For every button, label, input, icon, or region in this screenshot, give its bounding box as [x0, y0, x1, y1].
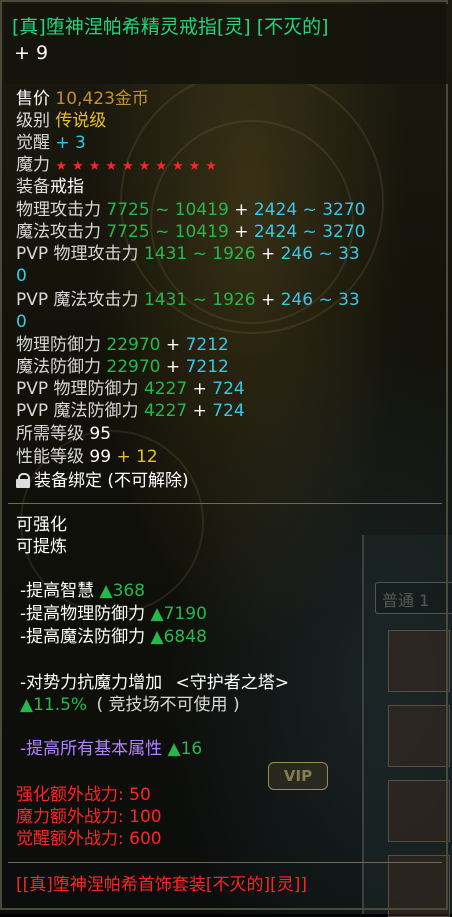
bonus-intel-row: -提高智慧 ▲368	[20, 581, 146, 601]
pvp-phys-atk-wrap: 0	[16, 266, 27, 286]
item-title: [真]堕神涅帕希精灵戒指[灵] [不灭的]	[12, 16, 329, 38]
power-awaken-row: 觉醒额外战力: 600	[16, 829, 162, 849]
divider	[8, 862, 442, 863]
price-row: 售价 10,423金币	[16, 89, 149, 109]
power-magic-row: 魔力额外战力: 100	[16, 807, 162, 827]
set-name: [[真]堕神涅帕希首饰套装[不灭的][灵]]	[16, 875, 308, 895]
phys-atk-row: 物理攻击力 7725 ~ 10419 + 2424 ~ 3270	[16, 200, 366, 220]
pvp-mag-atk-wrap: 0	[16, 312, 27, 332]
bonus-all-attr-row: -提高所有基本属性 ▲16	[20, 739, 203, 759]
req-level-row: 所需等级 95	[16, 424, 112, 444]
divider	[8, 503, 442, 504]
bonus-phys-def-row: -提高物理防御力 ▲7190	[20, 604, 207, 624]
magic-row: 魔力 ★★★★★★★★★★	[16, 155, 222, 175]
awaken-row: 觉醒 + 3	[16, 133, 86, 153]
grade-row: 级别 传说级	[16, 111, 107, 131]
enhance-level: + 9	[14, 42, 49, 64]
lock-icon	[16, 473, 30, 488]
price-value: 10,423金币	[55, 89, 149, 109]
bonus-resist-row: -对势力抗魔力增加 <守护者之塔>	[20, 673, 290, 693]
bonus-mag-def-row: -提高魔法防御力 ▲6848	[20, 627, 207, 647]
bonus-resist-value-row: ▲11.5% ( 竞技场不可使用 )	[20, 695, 240, 715]
pvp-phys-def-row: PVP 物理防御力 4227 + 724	[16, 379, 245, 399]
power-enhance-row: 强化额外战力: 50	[16, 785, 151, 805]
phys-def-row: 物理防御力 22970 + 7212	[16, 335, 229, 355]
pvp-mag-atk-row: PVP 魔法攻击力 1431 ~ 1926 + 246 ~ 33	[16, 290, 360, 310]
equip-row: 装备戒指	[16, 177, 84, 197]
bind-row: 装备绑定 (不可解除)	[16, 470, 189, 492]
equip-type: 戒指	[50, 177, 84, 197]
bind-status: 装备绑定 (不可解除)	[34, 471, 189, 491]
perf-level-row: 性能等级 99 + 12	[16, 447, 158, 467]
pvp-mag-def-row: PVP 魔法防御力 4227 + 724	[16, 401, 245, 421]
mag-def-row: 魔法防御力 22970 + 7212	[16, 357, 229, 377]
can-refine: 可提炼	[16, 537, 67, 557]
pvp-phys-atk-row: PVP 物理攻击力 1431 ~ 1926 + 246 ~ 33	[16, 244, 360, 264]
awaken-value: + 3	[55, 133, 86, 153]
can-enhance: 可强化	[16, 515, 67, 535]
grade-value: 传说级	[55, 111, 107, 131]
mag-atk-row: 魔法攻击力 7725 ~ 10419 + 2424 ~ 3270	[16, 222, 366, 242]
magic-stars: ★★★★★★★★★★	[55, 159, 222, 174]
